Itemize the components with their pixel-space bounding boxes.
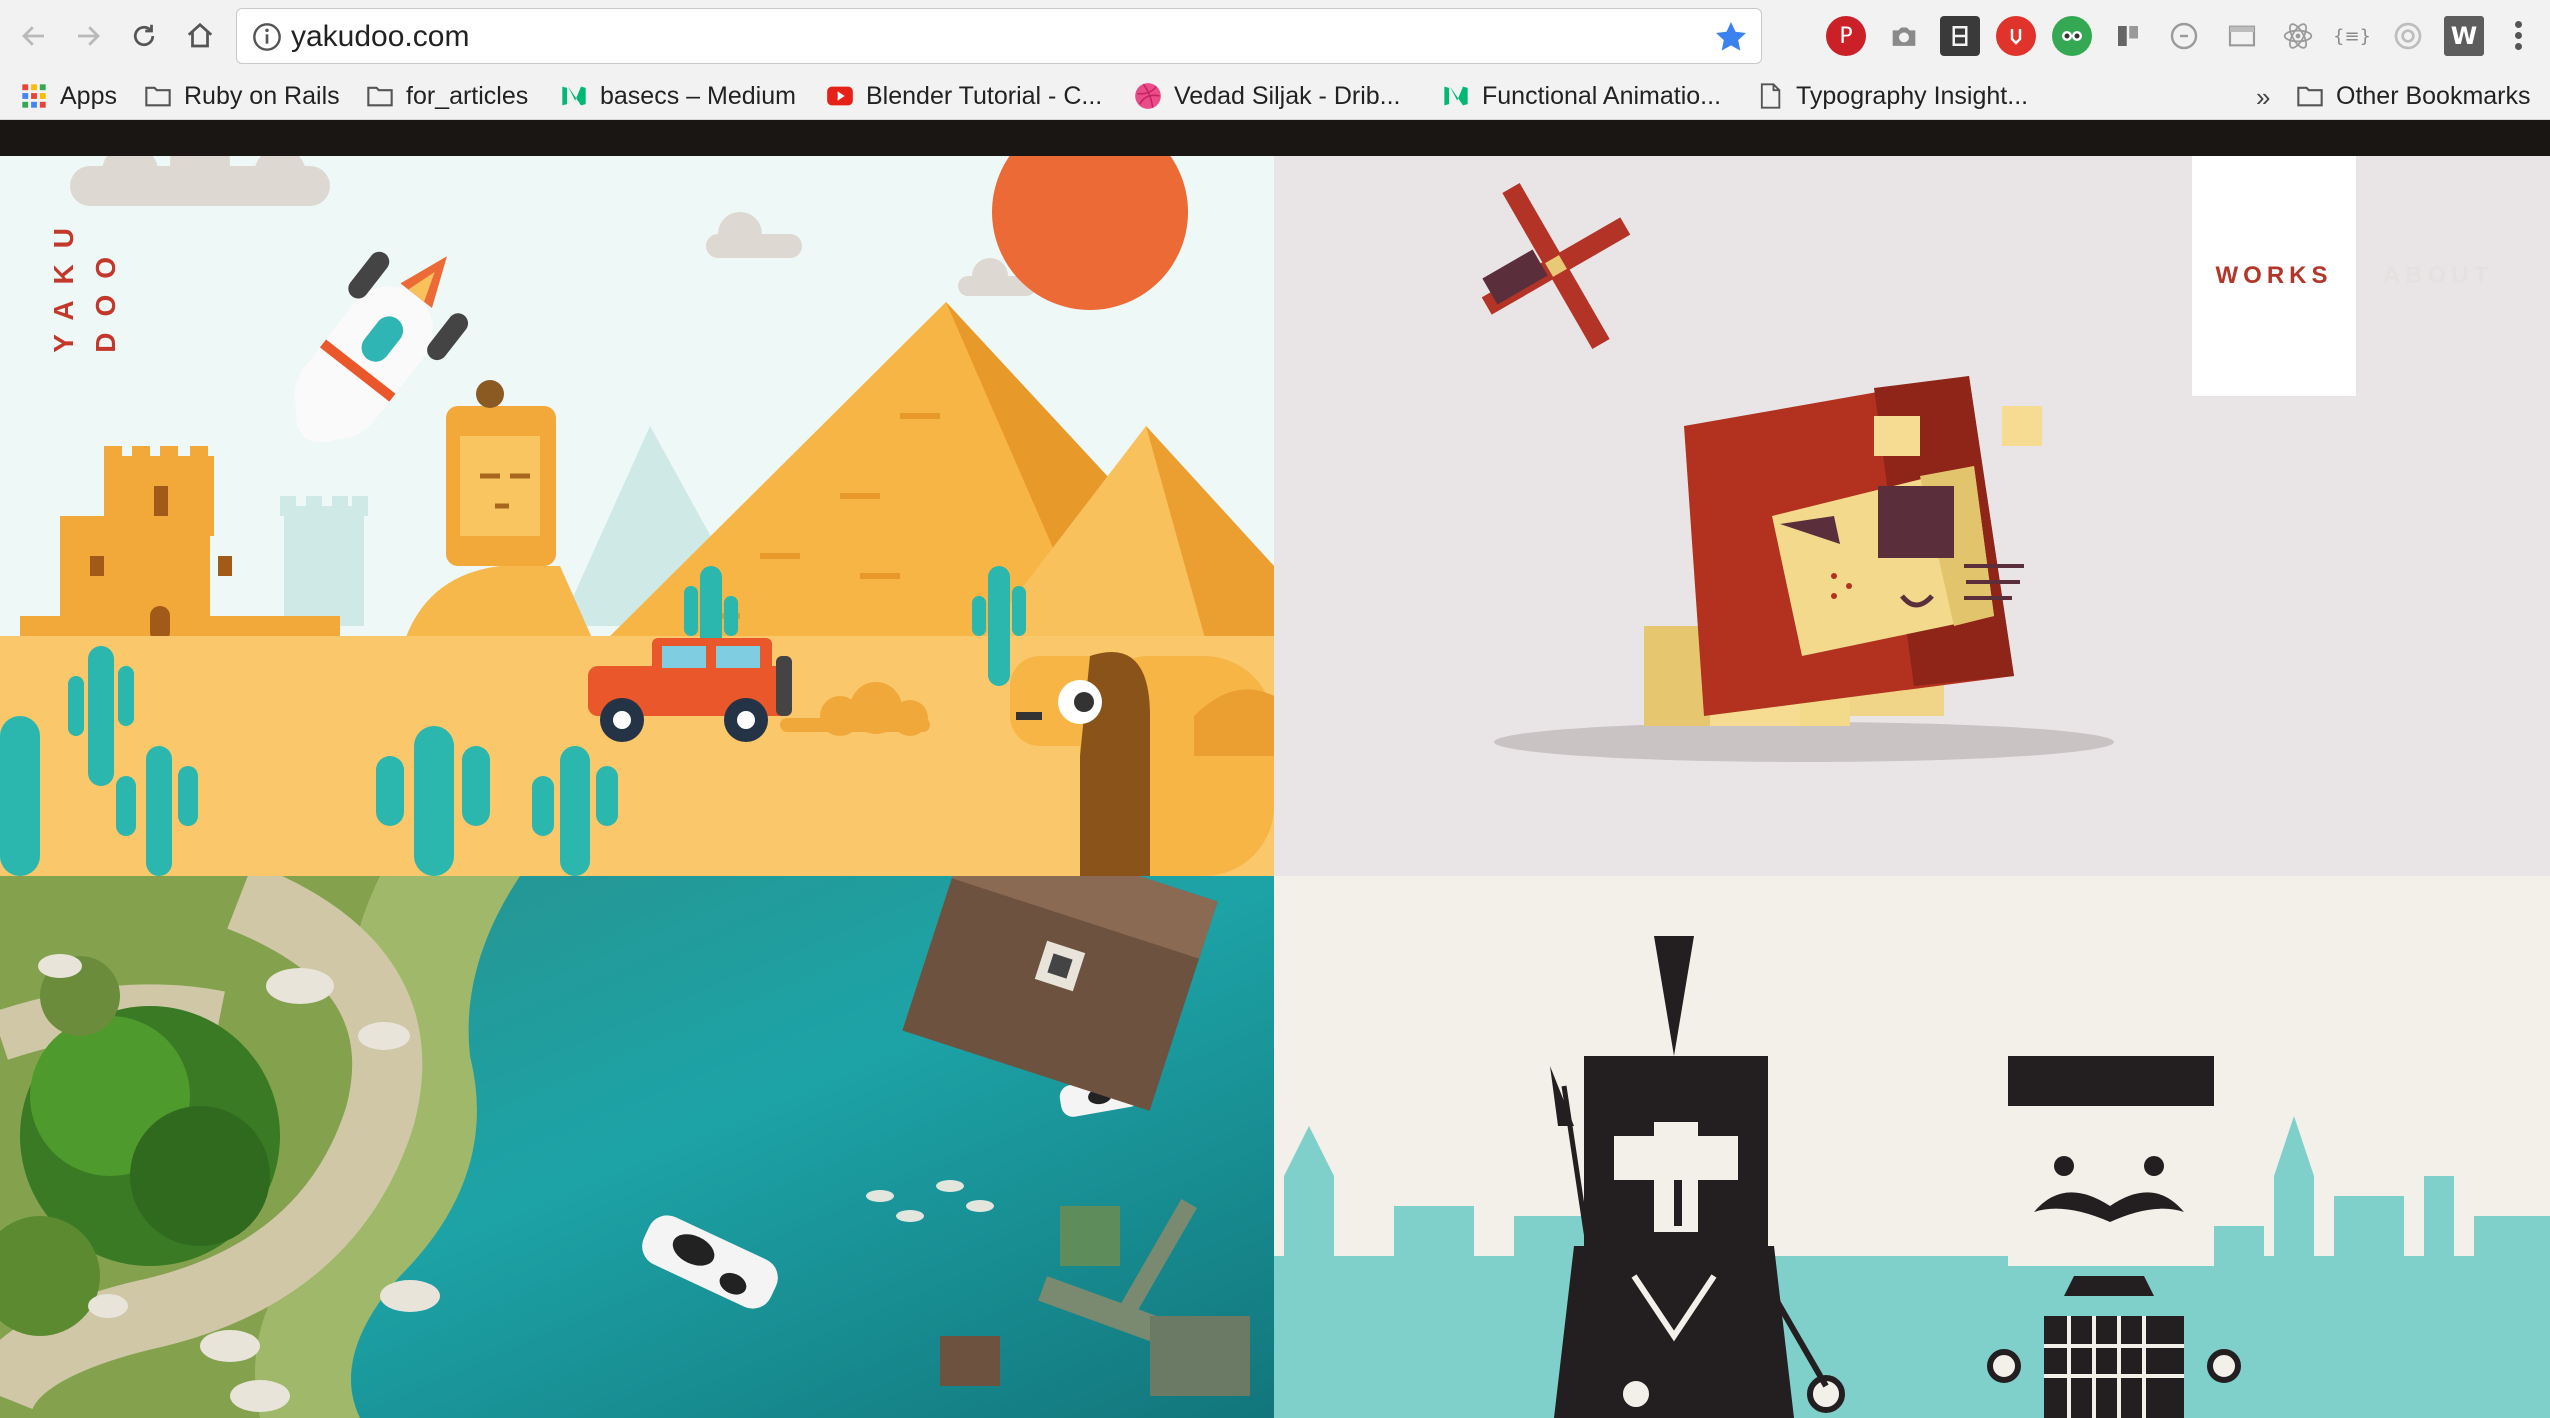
bookmark-vedad-siljak[interactable]: Vedad Siljak - Drib... [1134,78,1401,114]
bookmark-for-articles[interactable]: for_articles [366,78,528,114]
nav-works[interactable]: WORKS [2192,156,2356,396]
bookmark-label: Vedad Siljak - Drib... [1174,81,1401,110]
project-tile-desert[interactable]: YAKU DOO [0,156,1274,876]
bookmark-basecs-medium[interactable]: basecs – Medium [560,78,796,114]
bookmarks-bar: Apps Ruby on Rails for_articles basecs –… [0,72,2550,120]
bookmark-functional-animation[interactable]: Functional Animatio... [1442,78,1721,114]
nav-about[interactable]: ABOUT [2356,156,2520,396]
youtube-icon [827,86,853,106]
yakudoo-page: YAKU DOO WORKS ABOUT [0,120,2550,1418]
bookmark-label: Ruby on Rails [184,81,340,110]
bookmarks-overflow-button[interactable]: » [2256,82,2270,113]
reload-icon [133,24,155,47]
desert-illustration [0,156,1274,876]
w-icon[interactable]: W [2444,16,2484,56]
reload-ext-icon[interactable] [2164,16,2204,56]
browser-chrome: yakudoo.com P {≡} W Apps Ruby on Rails f… [0,0,2550,120]
home-icon [187,22,213,48]
tile-icon[interactable] [2108,16,2148,56]
bookmark-label: Functional Animatio... [1482,81,1722,110]
bookmark-label: Apps [60,81,117,110]
arrow-left-icon [22,26,44,46]
characters-illustration [1274,876,2550,1418]
bookmark-label: Blender Tutorial - C... [866,81,1103,110]
river-illustration [0,876,1274,1418]
folder-icon [2297,86,2323,107]
site-logo[interactable]: YAKU DOO [48,212,122,353]
other-bookmarks[interactable]: Other Bookmarks [2296,78,2531,114]
react-icon[interactable] [2278,16,2318,56]
apps-grid-icon [22,84,46,108]
bookmark-label: Typography Insight... [1796,81,2029,110]
project-tile-river[interactable] [0,876,1274,1418]
bookmark-ruby-on-rails[interactable]: Ruby on Rails [144,78,340,114]
shield-icon[interactable] [1996,16,2036,56]
project-tile-lion[interactable]: WORKS ABOUT [1274,156,2550,876]
bookmark-label: Other Bookmarks [2336,81,2531,110]
bookmark-star-icon[interactable] [1713,19,1749,55]
folder-icon [145,86,171,107]
home-button[interactable] [178,14,222,58]
film-icon[interactable] [1940,16,1980,56]
logo-text-left: YAKU [48,212,79,353]
medium-icon [1444,86,1468,106]
arrow-right-icon [78,26,100,46]
camera-icon[interactable] [1884,16,1924,56]
bookmark-apps[interactable]: Apps [20,78,117,114]
page-icon [1760,83,1781,109]
json-icon[interactable]: {≡} [2332,16,2372,56]
project-tile-characters[interactable] [1274,876,2550,1418]
info-icon [253,23,281,51]
folder-icon [367,86,393,107]
bookmark-label: for_articles [406,81,529,110]
bookmark-typography-insight[interactable]: Typography Insight... [1756,78,2028,114]
site-nav: WORKS ABOUT [2192,156,2520,516]
browser-toolbar: yakudoo.com P {≡} W [0,0,2550,72]
pinterest-icon[interactable]: P [1826,16,1866,56]
menu-kebab-icon[interactable] [2506,18,2530,54]
address-bar[interactable]: yakudoo.com [236,8,1762,64]
dribbble-icon [1135,83,1161,109]
bookmark-blender-tutorial[interactable]: Blender Tutorial - C... [826,78,1102,114]
logo-text-right: DOO [90,241,121,353]
forward-button[interactable] [66,14,110,58]
medium-icon [562,86,586,106]
url-text: yakudoo.com [291,20,470,53]
back-button[interactable] [12,14,56,58]
circle-icon[interactable] [2388,16,2428,56]
reload-button[interactable] [122,14,166,58]
bookmark-label: basecs – Medium [600,81,796,110]
window-icon[interactable] [2222,16,2262,56]
tripadvisor-icon[interactable] [2052,16,2092,56]
